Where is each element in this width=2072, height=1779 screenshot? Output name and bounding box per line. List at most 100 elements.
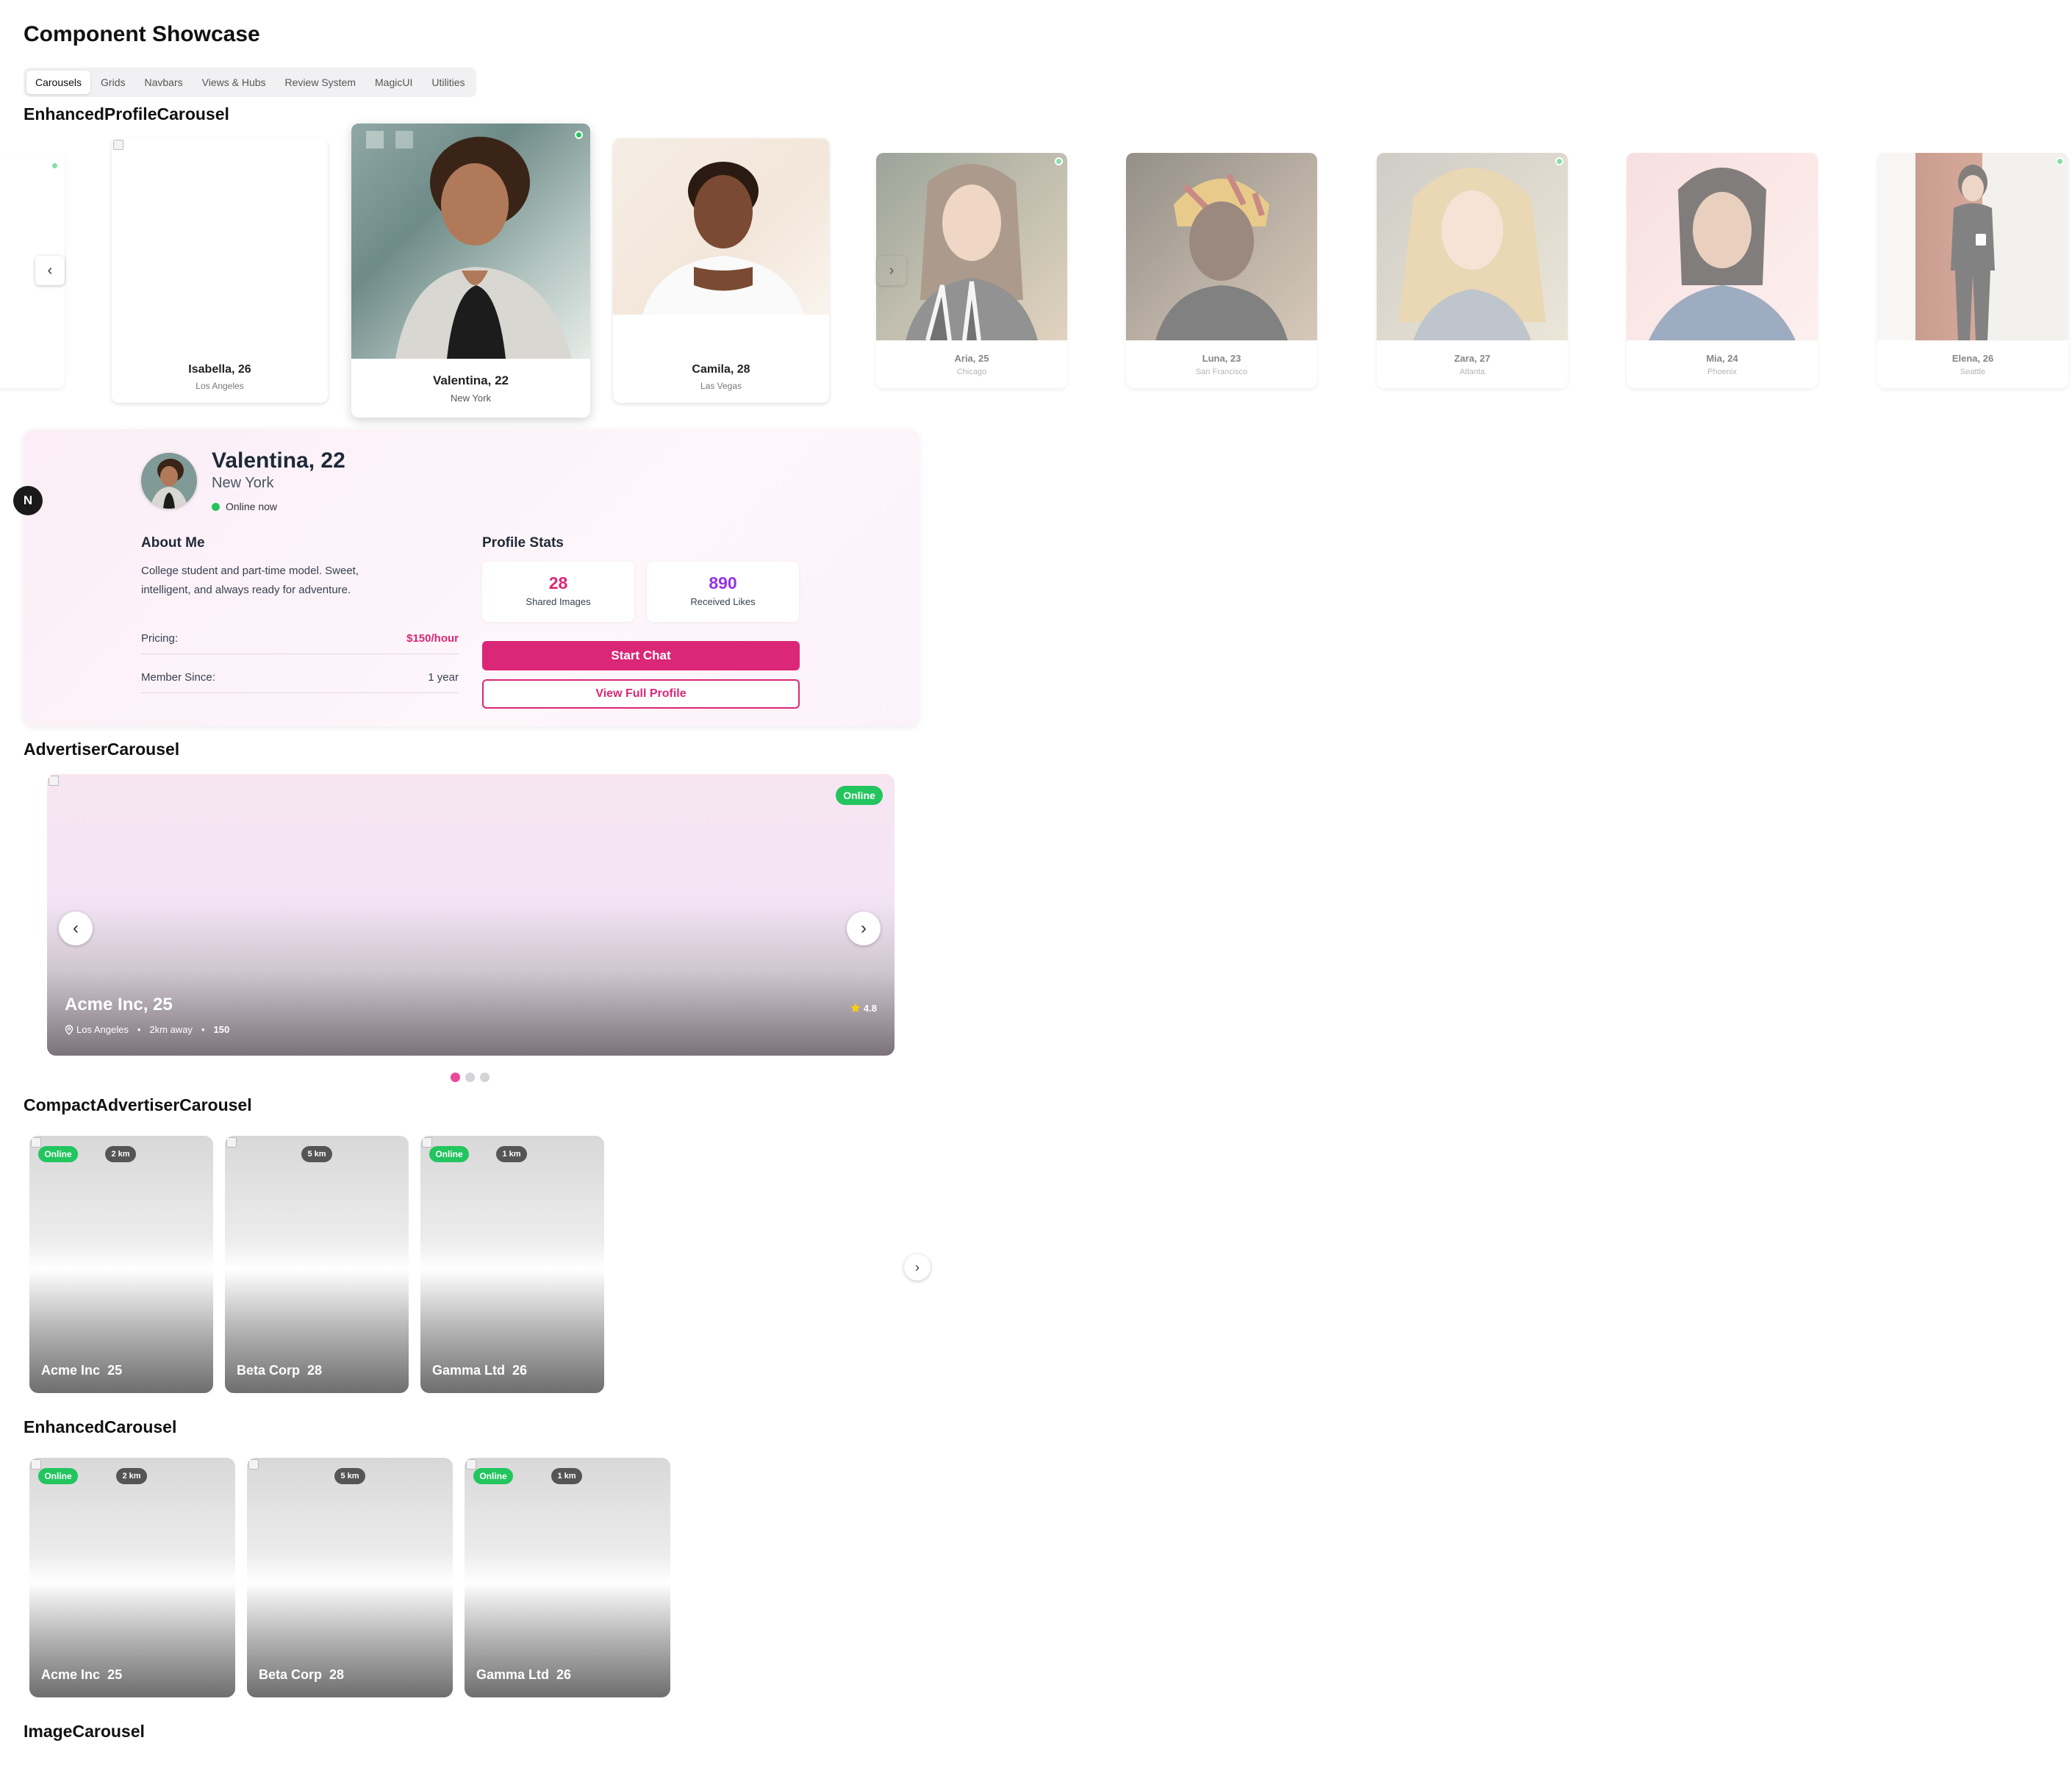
advertiser-slide[interactable]: Online Acme Inc, 25 Los Angeles • 2km aw… xyxy=(47,774,895,1056)
member-since-row: Member Since: 1 year xyxy=(141,664,459,693)
section-title-advertiser: AdvertiserCarousel xyxy=(24,740,180,759)
distance-badge: 5 km xyxy=(301,1146,332,1162)
rating-value: 4.8 xyxy=(863,1002,877,1014)
tab-review-system[interactable]: Review System xyxy=(276,71,365,94)
distance-badge: 2 km xyxy=(105,1146,136,1162)
pricing-row: Pricing: $150/hour xyxy=(141,625,459,654)
carousel-dot[interactable] xyxy=(480,1073,490,1082)
profile-name: Aria, 25 xyxy=(954,353,989,364)
profile-card[interactable]: Isabella, 26 Los Angeles xyxy=(112,138,328,403)
card-name: Acme Inc 25 xyxy=(41,1667,123,1682)
carousel-dots xyxy=(451,1073,490,1082)
enhanced-card[interactable]: Online 2 km Acme Inc 25 xyxy=(29,1458,235,1697)
advertiser-count: 150 xyxy=(213,1024,230,1035)
pricing-value: $150/hour xyxy=(406,632,459,645)
avatar xyxy=(141,453,197,509)
profile-detail-panel: Valentina, 22 New York Online now About … xyxy=(24,429,919,726)
advertiser-distance: 2km away xyxy=(149,1024,193,1035)
enhanced-card[interactable]: 5 km Beta Corp 28 xyxy=(247,1458,453,1697)
card-name: Gamma Ltd 26 xyxy=(476,1667,572,1682)
online-badge: Online xyxy=(836,786,883,805)
profile-photo xyxy=(1627,153,1818,340)
profile-card-active[interactable]: Valentina, 22 New York xyxy=(351,124,590,418)
separator: • xyxy=(137,1024,141,1035)
compact-card[interactable]: 5 km Beta Corp 28 xyxy=(225,1136,409,1393)
about-title: About Me xyxy=(141,535,205,551)
tab-carousels[interactable]: Carousels xyxy=(26,71,91,94)
profile-city: Phoenix xyxy=(1707,368,1737,376)
view-full-profile-button[interactable]: View Full Profile xyxy=(482,679,800,709)
compact-card[interactable]: Online 1 km Gamma Ltd 26 xyxy=(420,1136,604,1393)
online-status-text: Online now xyxy=(226,501,278,512)
section-title-enhanced-profile: EnhancedProfileCarousel xyxy=(24,104,229,124)
pricing-label: Pricing: xyxy=(141,632,179,645)
broken-image-icon xyxy=(31,1459,41,1470)
profile-photo xyxy=(1126,153,1317,340)
online-badge: Online xyxy=(38,1146,78,1162)
detail-city: New York xyxy=(212,475,274,491)
section-title-compact: CompactAdvertiserCarousel xyxy=(24,1095,252,1114)
profile-name: Luna, 23 xyxy=(1202,353,1241,364)
profile-card[interactable]: Mia, 24 Phoenix xyxy=(1627,153,1818,388)
stat-received-likes: 890 Received Likes xyxy=(647,562,799,622)
profile-card[interactable]: Camila, 28 Las Vegas xyxy=(613,138,829,403)
member-since-label: Member Since: xyxy=(141,671,215,684)
card-name: Beta Corp 28 xyxy=(237,1363,323,1378)
carousel-dot-active[interactable] xyxy=(451,1073,460,1082)
distance-badge: 1 km xyxy=(496,1146,527,1162)
tab-views-hubs[interactable]: Views & Hubs xyxy=(193,71,275,94)
nextjs-badge-icon[interactable]: N xyxy=(13,486,43,515)
broken-image-icon xyxy=(113,140,123,150)
card-name: Acme Inc 25 xyxy=(41,1363,123,1378)
online-dot-icon xyxy=(212,502,220,511)
profile-stats-title: Profile Stats xyxy=(482,535,564,551)
stat-shared-images: 28 Shared Images xyxy=(482,562,634,622)
compact-next-button[interactable]: › xyxy=(904,1254,931,1281)
online-status: Online now xyxy=(212,501,277,512)
profile-card[interactable]: Aria, 25 Chicago xyxy=(876,153,1067,388)
tab-magicui[interactable]: MagicUI xyxy=(366,71,421,94)
online-badge: Online xyxy=(473,1468,513,1484)
profile-city: San Francisco xyxy=(1195,368,1248,376)
enhanced-card[interactable]: Online 1 km Gamma Ltd 26 xyxy=(465,1458,670,1697)
tab-utilities[interactable]: Utilities xyxy=(423,71,473,94)
advertiser-location: Los Angeles xyxy=(76,1024,129,1035)
carousel-dot[interactable] xyxy=(465,1073,475,1082)
distance-badge: 2 km xyxy=(116,1468,147,1484)
profile-card[interactable]: Elena, 26 Seattle xyxy=(1877,153,2068,388)
broken-image-icon xyxy=(422,1137,432,1148)
advertiser-name: Acme Inc, 25 xyxy=(65,995,173,1014)
profile-city: Chicago xyxy=(956,368,987,376)
carousel-prev-button[interactable]: ‹ xyxy=(35,256,65,285)
online-indicator xyxy=(2056,157,2064,165)
profile-photo xyxy=(351,124,590,359)
section-title-enhanced: EnhancedCarousel xyxy=(24,1417,177,1436)
page-title: Component Showcase xyxy=(24,22,260,46)
profile-city: Los Angeles xyxy=(196,381,244,391)
profile-name: Zara, 27 xyxy=(1454,353,1491,364)
profile-card[interactable]: Zara, 27 Atlanta xyxy=(1377,153,1568,388)
stat-label: Shared Images xyxy=(526,596,591,607)
chevron-right-icon: › xyxy=(861,918,867,938)
profile-card[interactable]: Luna, 23 San Francisco xyxy=(1126,153,1317,388)
broken-image-icon xyxy=(31,1137,41,1148)
online-badge: Online xyxy=(429,1146,469,1162)
detail-name: Valentina, 22 xyxy=(212,448,345,473)
profile-name: Camila, 28 xyxy=(692,363,750,376)
tab-navbars[interactable]: Navbars xyxy=(135,71,191,94)
profile-photo xyxy=(1377,153,1568,340)
profile-name: Elena, 26 xyxy=(1951,353,1994,364)
start-chat-button[interactable]: Start Chat xyxy=(482,641,800,670)
profile-photo xyxy=(876,153,1067,340)
profile-city: Las Vegas xyxy=(700,381,742,391)
star-icon xyxy=(850,1003,861,1013)
advertiser-prev-button[interactable]: ‹ xyxy=(59,912,93,945)
profile-name: Isabella, 26 xyxy=(188,363,251,376)
advertiser-meta: Los Angeles • 2km away • 150 xyxy=(65,1024,229,1035)
profile-city: Atlanta xyxy=(1459,368,1485,376)
compact-card[interactable]: Online 2 km Acme Inc 25 xyxy=(29,1136,213,1393)
tab-grids[interactable]: Grids xyxy=(92,71,134,94)
chevron-right-icon: › xyxy=(915,1259,920,1275)
online-indicator xyxy=(1555,157,1563,165)
advertiser-next-button[interactable]: › xyxy=(847,912,881,945)
